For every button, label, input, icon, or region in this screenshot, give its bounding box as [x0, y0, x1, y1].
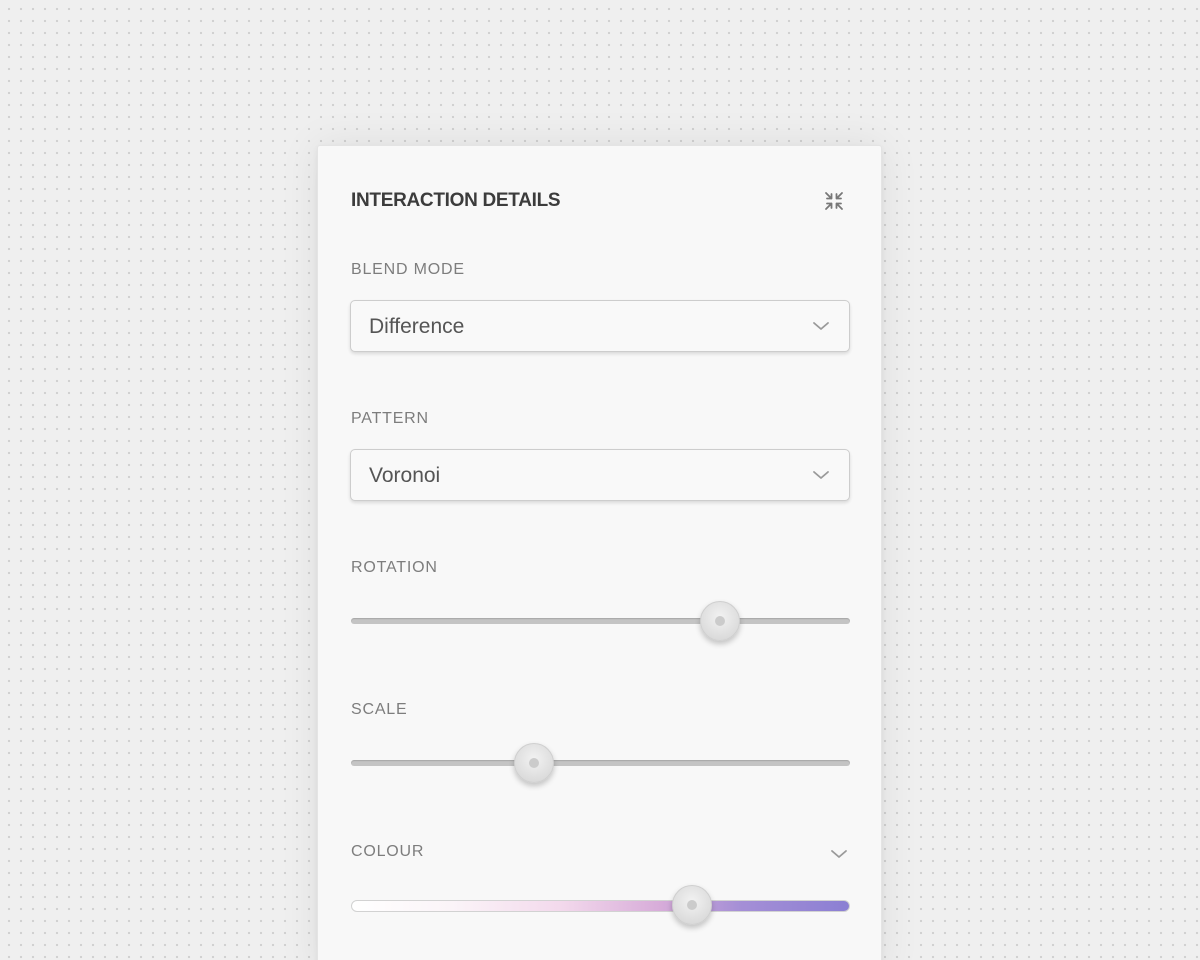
scale-slider[interactable]	[351, 741, 850, 785]
blend-mode-label: BLEND MODE	[351, 261, 465, 278]
pattern-value: Voronoi	[369, 464, 441, 487]
panel-title: INTERACTION DETAILS	[351, 190, 561, 211]
rotation-slider-thumb[interactable]	[700, 601, 741, 641]
scale-slider-thumb[interactable]	[513, 743, 554, 783]
collapse-button[interactable]	[822, 189, 846, 213]
rotation-track	[351, 618, 850, 624]
pattern-label: PATTERN	[351, 410, 429, 427]
rotation-label: ROTATION	[351, 559, 438, 576]
colour-gradient-track	[351, 900, 850, 912]
interaction-details-panel: INTERACTION DETAILS BLEND MODE Differenc…	[317, 145, 882, 960]
rotation-slider[interactable]	[351, 599, 850, 643]
collapse-arrows-icon	[825, 192, 843, 210]
scale-label: SCALE	[351, 701, 408, 718]
blend-mode-value: Difference	[369, 315, 465, 338]
chevron-down-icon[interactable]	[829, 848, 849, 860]
chevron-down-icon	[813, 471, 829, 479]
blend-mode-select[interactable]: Difference	[350, 300, 850, 352]
scale-track	[351, 760, 850, 766]
chevron-down-icon	[813, 322, 829, 330]
colour-slider-thumb[interactable]	[671, 885, 712, 925]
colour-slider[interactable]	[351, 883, 850, 927]
colour-label: COLOUR	[351, 843, 425, 860]
pattern-select[interactable]: Voronoi	[350, 449, 850, 501]
